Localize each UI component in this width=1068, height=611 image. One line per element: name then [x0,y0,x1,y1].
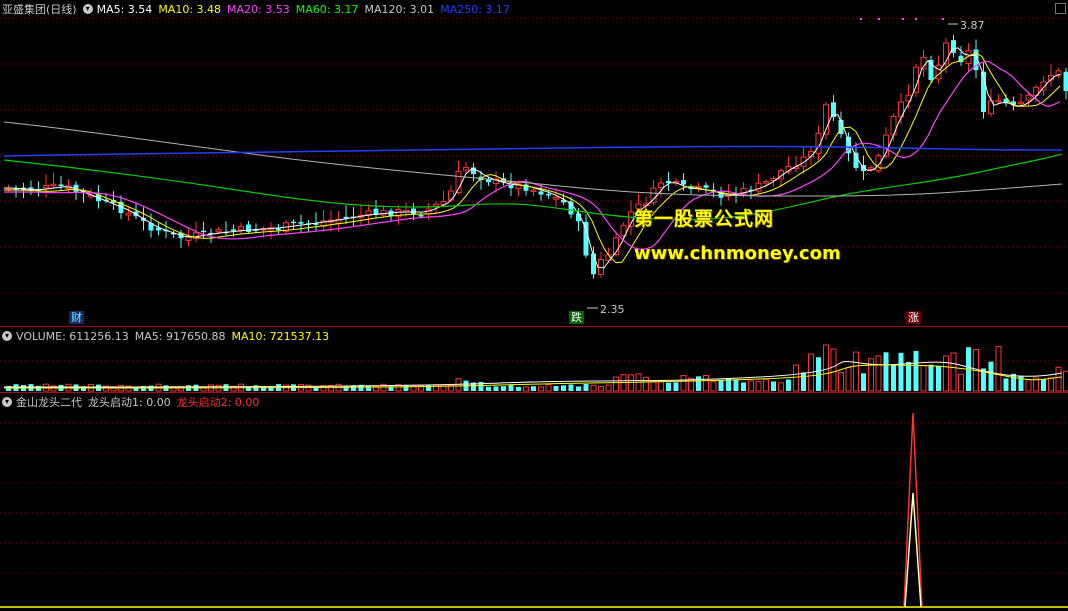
indicator-toggle-icon[interactable]: ▾ [2,397,12,407]
ma250-label: MA250: 3.17 [440,3,510,16]
watermark-title: 第一股票公式网 [634,204,774,231]
finance-tag[interactable]: 财 [69,311,84,324]
indicator-chart [0,393,1068,611]
drop-tag[interactable]: 跌 [569,311,584,324]
rise-tag[interactable]: 涨 [906,311,921,324]
high-price-label: 3.87 [960,19,985,32]
stock-title[interactable]: 亚盛集团(日线) [2,1,77,17]
ma10-label: MA10: 3.48 [158,3,221,16]
settings-toggle-icon[interactable]: ▾ [83,4,93,14]
pane-resize-box[interactable] [1055,3,1066,14]
price-header: 亚盛集团(日线) ▾ MA5: 3.54 MA10: 3.48 MA20: 3.… [2,1,516,17]
ma60-label: MA60: 3.17 [296,3,359,16]
ma20-label: MA20: 3.53 [227,3,290,16]
volume-ma5: MA5: 917650.88 [135,330,226,343]
volume-toggle-icon[interactable]: ▾ [2,331,12,341]
indicator-pane[interactable]: ▾ 金山龙头二代 龙头启动1: 0.00 龙头启动2: 0.00 [0,392,1068,611]
candlestick-chart [0,0,1068,326]
indicator-line2: 龙头启动2: 0.00 [177,394,260,410]
watermark-url: www.chnmoney.com [634,243,841,264]
indicator-line1: 龙头启动1: 0.00 [88,394,171,410]
indicator-header: ▾ 金山龙头二代 龙头启动1: 0.00 龙头启动2: 0.00 [2,394,265,410]
ma5-label: MA5: 3.54 [97,3,153,16]
volume-ma10: MA10: 721537.13 [231,330,329,343]
price-chart-pane[interactable]: 亚盛集团(日线) ▾ MA5: 3.54 MA10: 3.48 MA20: 3.… [0,0,1068,326]
indicator-title: 金山龙头二代 [16,394,82,410]
volume-pane[interactable]: ▾ VOLUME: 611256.13 MA5: 917650.88 MA10:… [0,326,1068,393]
ma120-label: MA120: 3.01 [364,3,434,16]
low-price-label: 2.35 [600,303,625,316]
volume-header: ▾ VOLUME: 611256.13 MA5: 917650.88 MA10:… [2,328,335,344]
volume-value: VOLUME: 611256.13 [16,330,129,343]
